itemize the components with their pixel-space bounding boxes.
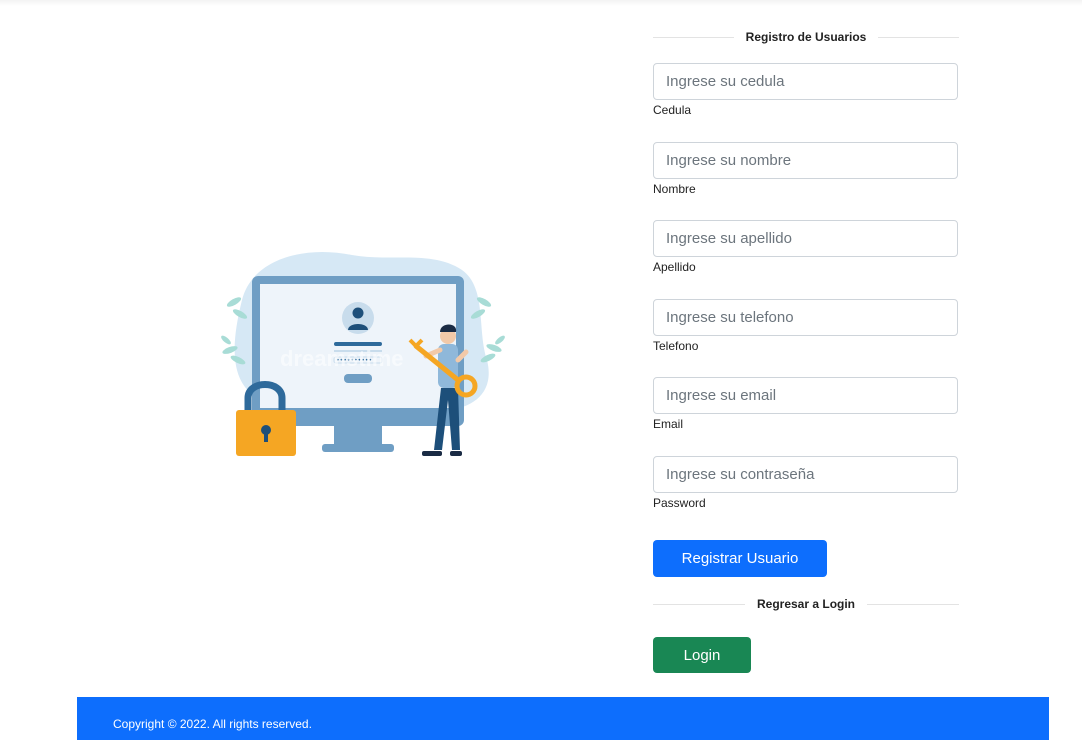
telefono-label: Telefono [653, 339, 699, 353]
login-section-title: Regresar a Login [756, 597, 856, 611]
apellido-label: Apellido [653, 260, 696, 274]
login-button[interactable]: Login [653, 637, 751, 673]
illustration-watermark: dreamstime [280, 346, 404, 371]
top-shadow-bar [0, 0, 1082, 6]
apellido-input[interactable] [653, 220, 958, 257]
login-illustration: •••••••••• dreamstime [212, 240, 512, 465]
cedula-field-group: Cedula [653, 63, 959, 117]
cedula-input[interactable] [653, 63, 958, 100]
telefono-field-group: Telefono [653, 299, 959, 353]
footer: Copyright © 2022. All rights reserved. [77, 697, 1049, 740]
register-user-button[interactable]: Registrar Usuario [653, 540, 827, 577]
password-field-group: Password [653, 456, 959, 510]
email-label: Email [653, 417, 684, 431]
nombre-input[interactable] [653, 142, 958, 179]
email-input[interactable] [653, 377, 958, 414]
cedula-label: Cedula [653, 103, 692, 117]
nombre-label: Nombre [653, 182, 696, 196]
security-illustration-image: •••••••••• dreamstime [221, 252, 505, 456]
password-label: Password [653, 496, 706, 510]
login-section-divider: Regresar a Login [653, 595, 959, 613]
nombre-field-group: Nombre [653, 142, 959, 196]
email-field-group: Email [653, 377, 959, 431]
copyright-text: Copyright © 2022. All rights reserved. [113, 717, 312, 731]
telefono-input[interactable] [653, 299, 958, 336]
register-title: Registro de Usuarios [745, 30, 867, 44]
apellido-field-group: Apellido [653, 220, 959, 274]
password-input[interactable] [653, 456, 958, 493]
register-title-divider: Registro de Usuarios [653, 28, 960, 46]
